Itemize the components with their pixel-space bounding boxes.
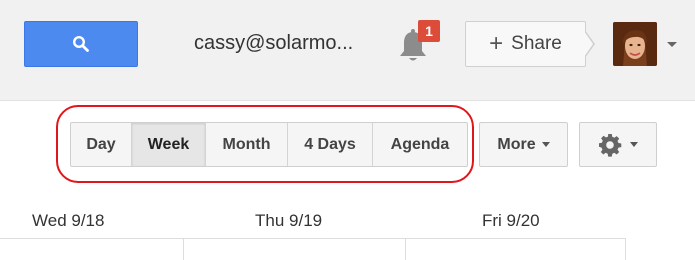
view-week-button[interactable]: Week	[132, 123, 206, 166]
gear-icon	[599, 133, 622, 157]
avatar-image	[613, 22, 657, 66]
plus-icon: +	[489, 30, 504, 57]
share-button[interactable]: + Share	[465, 21, 586, 67]
chevron-down-icon	[630, 142, 638, 147]
search-button[interactable]	[24, 21, 138, 67]
settings-button[interactable]	[579, 122, 657, 167]
search-icon	[72, 35, 89, 52]
day-header-wed[interactable]: Wed 9/18	[32, 211, 104, 231]
share-label: Share	[511, 33, 562, 54]
day-header-fri[interactable]: Fri 9/20	[482, 211, 540, 231]
grid-column-divider	[405, 238, 406, 260]
account-chevron-down-icon[interactable]	[667, 42, 677, 47]
share-arrow-inner	[584, 31, 593, 57]
more-label: More	[497, 135, 536, 153]
view-4days-button[interactable]: 4 Days	[288, 123, 373, 166]
day-header-thu[interactable]: Thu 9/19	[255, 211, 322, 231]
grid-column-divider	[625, 238, 626, 260]
view-switcher: Day Week Month 4 Days Agenda	[70, 122, 468, 167]
account-email[interactable]: cassy@solarmo...	[194, 32, 353, 55]
more-button[interactable]: More	[479, 122, 568, 167]
top-bar: cassy@solarmo... 1 + Share	[0, 0, 695, 101]
chevron-down-icon	[541, 142, 550, 147]
view-day-button[interactable]: Day	[71, 123, 132, 166]
grid-column-divider	[183, 238, 184, 260]
view-month-button[interactable]: Month	[206, 123, 288, 166]
grid-divider	[0, 238, 625, 239]
avatar[interactable]	[613, 22, 657, 66]
view-agenda-button[interactable]: Agenda	[373, 123, 467, 166]
notification-badge: 1	[418, 20, 440, 42]
